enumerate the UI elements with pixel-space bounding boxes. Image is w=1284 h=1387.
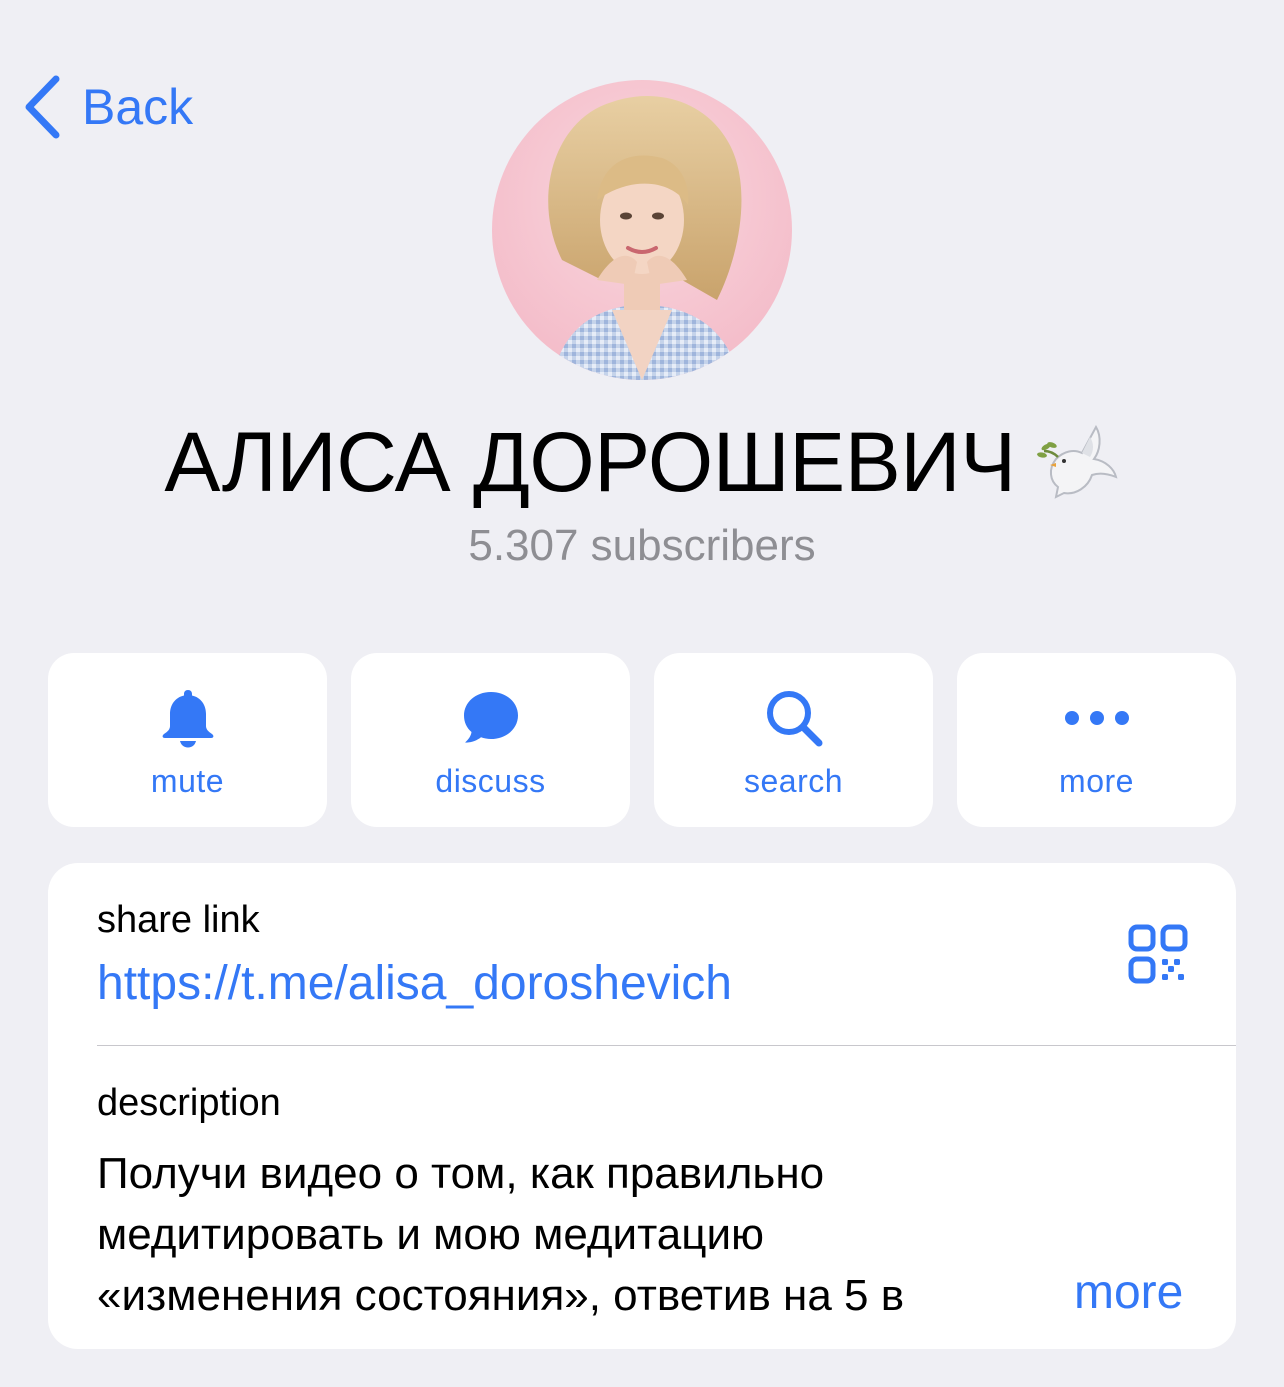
channel-title: АЛИСА ДОРОШЕВИЧ bbox=[164, 415, 1016, 509]
subscriber-count: 5.307 subscribers bbox=[468, 521, 816, 570]
avatar[interactable] bbox=[492, 80, 792, 380]
back-label: Back bbox=[82, 79, 194, 135]
action-bar: mute discuss search more bbox=[48, 653, 1236, 827]
search-button[interactable]: search bbox=[654, 653, 933, 827]
discuss-button[interactable]: discuss bbox=[351, 653, 630, 827]
more-button[interactable]: more bbox=[957, 653, 1236, 827]
description-text: Получи видео о том, как правильно медити… bbox=[97, 1143, 1077, 1326]
description-line: «изменения состояния», ответив на 5 в bbox=[97, 1271, 905, 1320]
channel-title-row: АЛИСА ДОРОШЕВИЧ bbox=[0, 412, 1284, 512]
description-line: Получи видео о том, как правильно bbox=[97, 1149, 825, 1198]
description-label: description bbox=[97, 1082, 281, 1124]
description-more-link[interactable]: more bbox=[1074, 1265, 1183, 1321]
info-card: share link https://t.me/alisa_doroshevic… bbox=[48, 863, 1236, 1349]
ellipsis-icon bbox=[957, 687, 1236, 749]
share-link-label: share link bbox=[97, 899, 260, 941]
share-link-url[interactable]: https://t.me/alisa_doroshevich bbox=[97, 956, 732, 1012]
chat-bubble-icon bbox=[351, 687, 630, 749]
chevron-left-icon bbox=[22, 74, 62, 140]
qr-code-icon[interactable] bbox=[1128, 924, 1188, 984]
discuss-label: discuss bbox=[435, 763, 546, 799]
back-button[interactable]: Back bbox=[22, 72, 193, 142]
description-line: медитировать и мою медитацию bbox=[97, 1210, 765, 1259]
more-label: more bbox=[1059, 763, 1134, 799]
search-label: search bbox=[743, 763, 844, 799]
dove-icon bbox=[1036, 421, 1120, 504]
bell-icon bbox=[48, 687, 327, 749]
divider bbox=[97, 1045, 1236, 1046]
mute-label: mute bbox=[150, 763, 225, 799]
mute-button[interactable]: mute bbox=[48, 653, 327, 827]
search-icon bbox=[654, 687, 933, 749]
